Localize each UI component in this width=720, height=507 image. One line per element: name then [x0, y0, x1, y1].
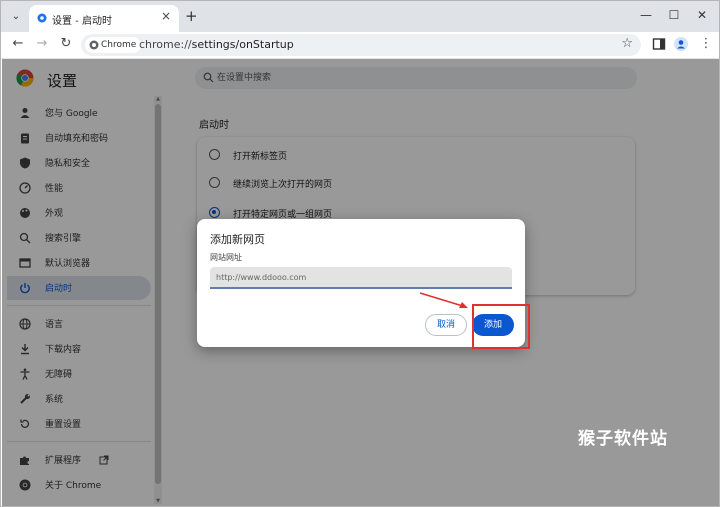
- url-text: chrome://settings/onStartup: [139, 38, 294, 51]
- window-close-button[interactable]: ✕: [693, 8, 711, 22]
- new-tab-button[interactable]: +: [185, 7, 198, 25]
- toolbar: ← → ↻ Chrome chrome://settings/onStartup…: [1, 32, 719, 59]
- tab-settings[interactable]: 设置 - 启动时 ×: [29, 5, 179, 32]
- chip-label: Chrome: [101, 40, 137, 50]
- url-field-label: 网站网址: [210, 253, 242, 262]
- url-scheme: chrome://: [139, 38, 192, 51]
- more-menu-icon[interactable]: ⋮: [697, 35, 715, 53]
- url-path: settings/onStartup: [191, 38, 294, 51]
- cancel-button[interactable]: 取消: [425, 314, 467, 336]
- annotation-arrow-icon: [419, 292, 468, 308]
- profile-avatar-icon[interactable]: [674, 37, 688, 51]
- maximize-button[interactable]: ☐: [665, 8, 683, 22]
- tab-strip: ⌄ 设置 - 启动时 × + — ☐ ✕: [1, 1, 719, 32]
- address-bar[interactable]: Chrome chrome://settings/onStartup ☆: [81, 34, 641, 56]
- bookmark-star-icon[interactable]: ☆: [621, 36, 633, 51]
- annotation-highlight-box: [472, 304, 530, 349]
- site-chip[interactable]: Chrome: [85, 37, 142, 53]
- browser-window: ⌄ 设置 - 启动时 × + — ☐ ✕ ← → ↻ Chrome chrome…: [0, 0, 720, 507]
- gear-icon: [37, 13, 47, 23]
- minimize-button[interactable]: —: [637, 8, 655, 22]
- back-button[interactable]: ←: [9, 35, 27, 53]
- tab-title: 设置 - 启动时: [52, 16, 112, 27]
- side-panel-icon[interactable]: [652, 37, 666, 51]
- chrome-icon: [89, 40, 99, 50]
- watermark-text: 猴子软件站: [578, 429, 668, 449]
- close-icon[interactable]: ×: [161, 9, 171, 23]
- url-field[interactable]: [210, 267, 512, 289]
- reload-button[interactable]: ↻: [57, 35, 75, 53]
- forward-button[interactable]: →: [33, 35, 51, 53]
- dialog-title: 添加新网页: [210, 233, 265, 246]
- tab-search-button[interactable]: ⌄: [8, 8, 24, 24]
